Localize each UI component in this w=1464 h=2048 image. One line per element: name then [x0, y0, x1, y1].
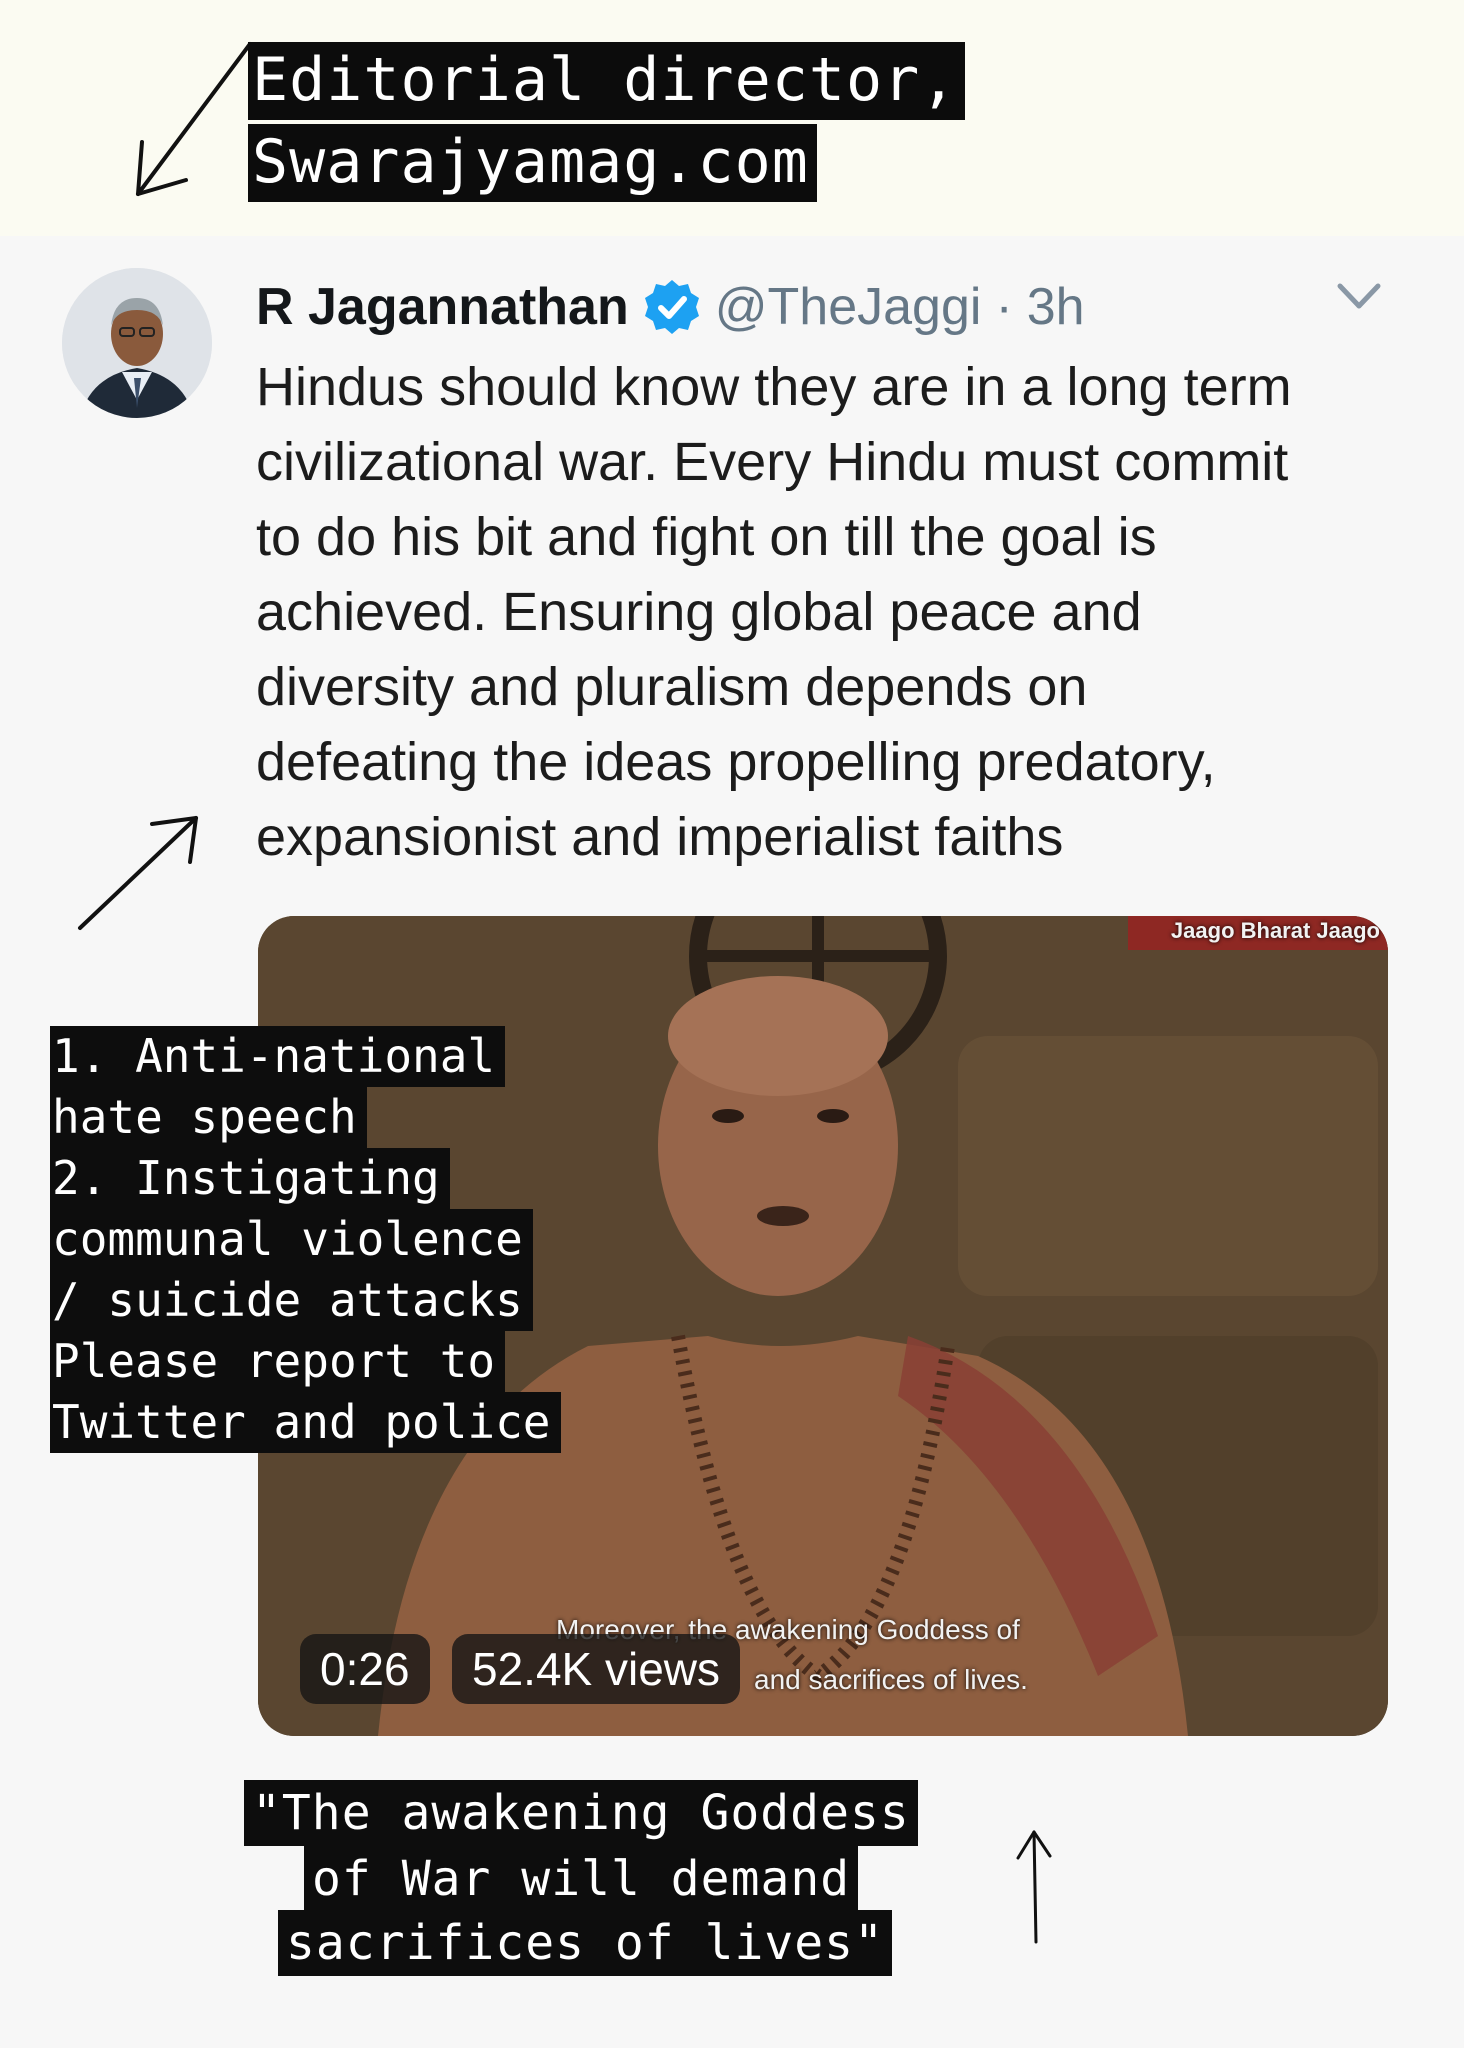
chevron-down-icon[interactable] [1334, 276, 1384, 316]
editor-label-line1: Editorial director, [248, 42, 966, 120]
hand-drawn-arrow-icon [1016, 1830, 1052, 1944]
verified-badge-icon [644, 280, 699, 334]
tweet-text-line: achieved. Ensuring global peace and [256, 582, 1142, 642]
editor-label-line2: Swarajyamag.com [248, 124, 817, 202]
warning-line: Please report to [50, 1331, 506, 1392]
tweet-time[interactable]: 3h [1027, 277, 1085, 337]
tweet-author: R Jagannathan @TheJaggi · 3h [256, 272, 1085, 342]
tweet-text-line: diversity and pluralism depends on [256, 657, 1088, 717]
author-handle[interactable]: @TheJaggi [715, 277, 982, 337]
warning-line: 1. Anti-national [50, 1026, 506, 1087]
hand-drawn-arrow-icon [78, 816, 198, 930]
channel-watermark: Jaago Bharat Jaago [1170, 918, 1380, 943]
video-views: 52.4K views [452, 1634, 741, 1704]
hand-drawn-arrow-icon [136, 42, 252, 196]
author-name[interactable]: R Jagannathan [256, 277, 629, 337]
tweet-text: Hindus should know they are in a long te… [256, 350, 1416, 875]
separator: · [995, 278, 1013, 336]
tweet-text-line: Hindus should know they are in a long te… [256, 357, 1292, 417]
quote-line: "The awakening Goddess [244, 1780, 918, 1846]
tweet-text-line: expansionist and imperialist faiths [256, 807, 1064, 867]
warning-line: hate speech [50, 1087, 367, 1148]
warning-line: communal violence [50, 1209, 533, 1270]
video-subtitle-line2: and sacrifices of lives. [754, 1664, 1028, 1695]
video-duration: 0:26 [300, 1634, 430, 1704]
warning-line: 2. Instigating [50, 1148, 450, 1209]
tweet-text-line: civilizational war. Every Hindu must com… [256, 432, 1289, 492]
tweet-text-line: to do his bit and fight on till the goal… [256, 507, 1157, 567]
warning-line: / suicide attacks [50, 1270, 533, 1331]
avatar[interactable] [62, 268, 212, 418]
quote-line: sacrifices of lives" [278, 1910, 892, 1976]
warning-line: Twitter and police [50, 1392, 561, 1453]
tweet-text-line: defeating the ideas propelling predatory… [256, 732, 1216, 792]
quote-line: of War will demand [304, 1846, 859, 1912]
